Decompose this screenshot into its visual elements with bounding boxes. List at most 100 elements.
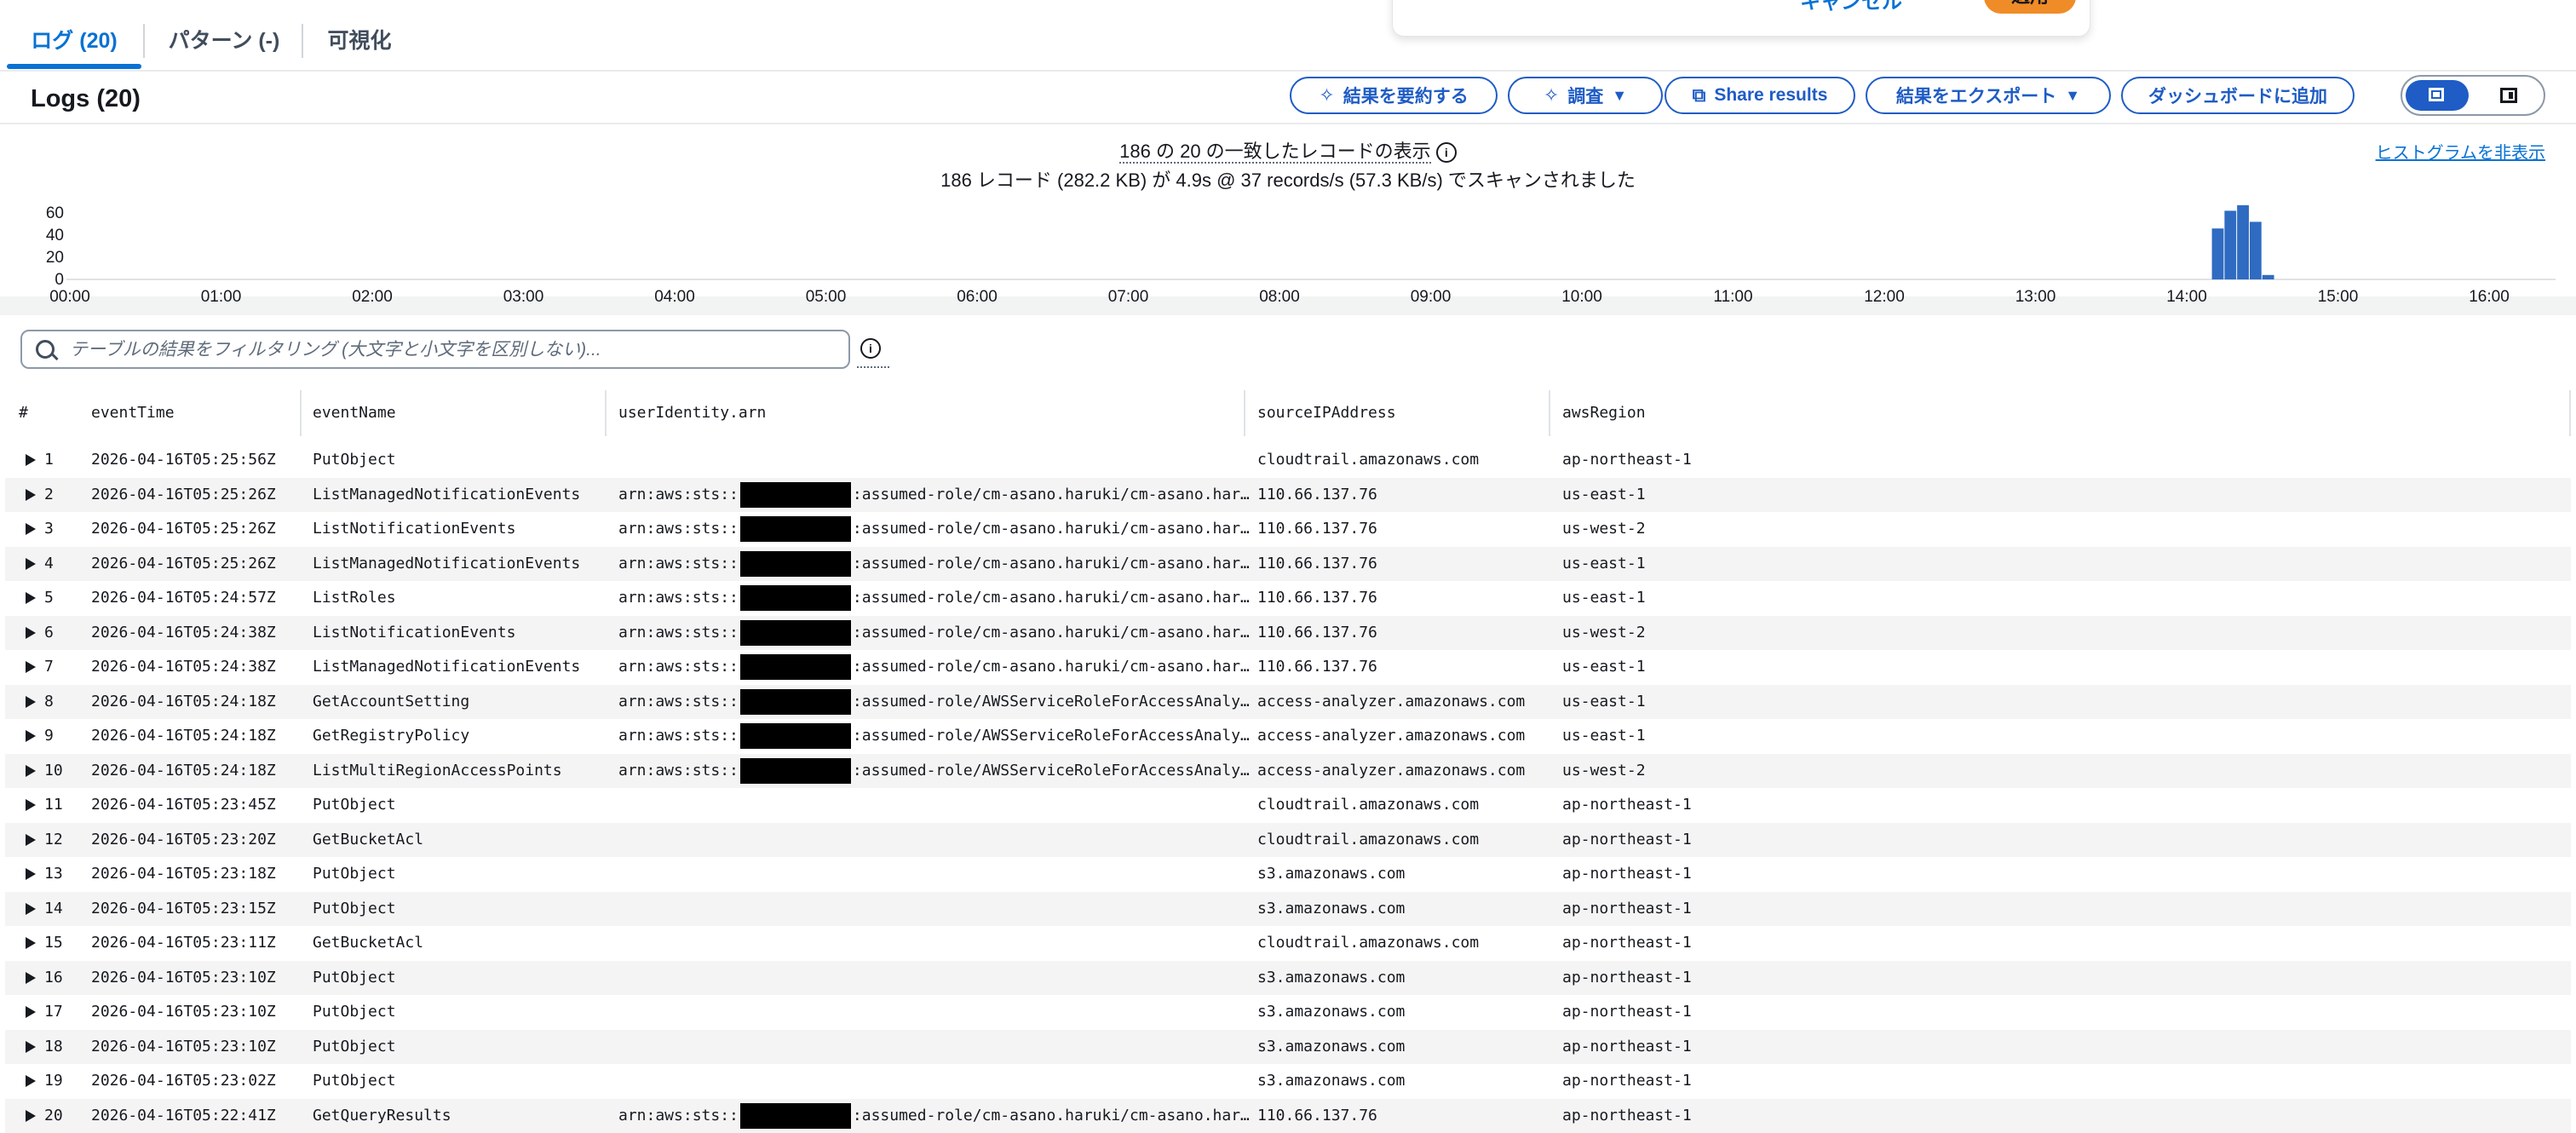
export-results-button[interactable]: 結果をエクスポート ▼ bbox=[1866, 77, 2111, 114]
expand-row-icon[interactable] bbox=[26, 592, 36, 604]
expand-row-icon[interactable] bbox=[26, 937, 36, 949]
column-header-eventtime[interactable]: eventTime bbox=[91, 390, 175, 436]
column-header-awsregion[interactable]: awsRegion bbox=[1562, 390, 1646, 436]
table-row[interactable]: 2 2026-04-16T05:25:26Z ListManagedNotifica… bbox=[5, 477, 2571, 512]
column-resizer[interactable] bbox=[300, 390, 302, 436]
expand-row-icon[interactable] bbox=[26, 868, 36, 880]
split-view-toggle[interactable] bbox=[2477, 80, 2540, 111]
column-resizer[interactable] bbox=[605, 390, 607, 436]
expand-row-icon[interactable] bbox=[26, 695, 36, 708]
summarize-results-button[interactable]: ✧ 結果を要約する bbox=[1290, 77, 1498, 114]
column-resizer[interactable] bbox=[1549, 390, 1550, 436]
x-tick-label: 01:00 bbox=[201, 288, 242, 306]
event-time-cell: 2026-04-16T05:23:10Z bbox=[91, 968, 276, 986]
table-row[interactable]: 20 2026-04-16T05:22:41Z GetQueryResults arn… bbox=[5, 1098, 2571, 1133]
histogram-bar[interactable] bbox=[2224, 210, 2237, 279]
table-row[interactable]: 14 2026-04-16T05:23:15Z PutObject s3.amazon… bbox=[5, 891, 2571, 926]
expand-row-icon[interactable] bbox=[26, 1006, 36, 1018]
column-header-sourceipaddress[interactable]: sourceIPAddress bbox=[1257, 390, 1396, 436]
table-row[interactable]: 11 2026-04-16T05:23:45Z PutObject cloudtrai… bbox=[5, 788, 2571, 823]
event-time-cell: 2026-04-16T05:24:38Z bbox=[91, 623, 276, 641]
expand-row-icon[interactable] bbox=[26, 488, 36, 501]
expand-row-icon[interactable] bbox=[26, 1109, 36, 1122]
arn-cell: arn:aws:sts:::assumed-role/cm-asano.haru… bbox=[618, 1099, 1249, 1133]
filter-input[interactable] bbox=[68, 336, 838, 364]
expand-row-icon[interactable] bbox=[26, 833, 36, 846]
arn-cell: arn:aws:sts:::assumed-role/cm-asano.haru… bbox=[618, 581, 1249, 616]
y-tick-label: 60 bbox=[46, 204, 64, 222]
tab-visualization[interactable]: 可視化 bbox=[310, 0, 409, 68]
table-row[interactable]: 17 2026-04-16T05:23:10Z PutObject s3.amazon… bbox=[5, 995, 2571, 1030]
table-row[interactable]: 7 2026-04-16T05:24:38Z ListManagedNotifica… bbox=[5, 650, 2571, 685]
source-ip-cell: s3.amazonaws.com bbox=[1257, 968, 1406, 986]
expand-row-icon[interactable] bbox=[26, 661, 36, 673]
arn-suffix: :assumed-role/cm-asano.haruki/cm-asano.h… bbox=[852, 485, 1249, 503]
table-row[interactable]: 3 2026-04-16T05:25:26Z ListNotificationEve… bbox=[5, 512, 2571, 547]
table-row[interactable]: 19 2026-04-16T05:23:02Z PutObject s3.amazon… bbox=[5, 1064, 2571, 1099]
table-row[interactable]: 16 2026-04-16T05:23:10Z PutObject s3.amazon… bbox=[5, 960, 2571, 995]
histogram-bar[interactable] bbox=[2262, 274, 2274, 279]
expand-row-icon[interactable] bbox=[26, 1040, 36, 1053]
column-header-useridentity-arn[interactable]: userIdentity.arn bbox=[618, 390, 766, 436]
expand-row-icon[interactable] bbox=[26, 454, 36, 466]
table-row[interactable]: 10 2026-04-16T05:24:18Z ListMultiRegionAcc… bbox=[5, 753, 2571, 788]
table-row[interactable]: 4 2026-04-16T05:25:26Z ListManagedNotifica… bbox=[5, 546, 2571, 581]
expand-row-icon[interactable] bbox=[26, 523, 36, 535]
expand-row-icon[interactable] bbox=[26, 557, 36, 570]
expand-row-icon[interactable] bbox=[26, 971, 36, 984]
column-resizer[interactable] bbox=[1244, 390, 1245, 436]
arn-prefix: arn:aws:sts:: bbox=[618, 1106, 739, 1124]
share-results-button[interactable]: ⧉ Share results bbox=[1665, 77, 1855, 114]
column-header-index: # bbox=[19, 404, 28, 422]
source-ip-cell: 110.66.137.76 bbox=[1257, 1106, 1377, 1124]
column-header-eventname[interactable]: eventName bbox=[313, 390, 396, 436]
source-ip-cell: s3.amazonaws.com bbox=[1257, 1072, 1406, 1090]
table-row[interactable]: 9 2026-04-16T05:24:18Z GetRegistryPolicy ar… bbox=[5, 719, 2571, 754]
expand-row-icon[interactable] bbox=[26, 730, 36, 742]
expand-row-icon[interactable] bbox=[26, 799, 36, 811]
arn-prefix: arn:aws:sts:: bbox=[618, 589, 739, 607]
histogram-bar[interactable] bbox=[2237, 204, 2249, 279]
redacted-account-id bbox=[739, 619, 851, 646]
expand-row-icon[interactable] bbox=[26, 1075, 36, 1087]
histogram-bar[interactable] bbox=[2249, 221, 2262, 279]
expand-row-icon[interactable] bbox=[26, 764, 36, 777]
event-time-cell: 2026-04-16T05:23:15Z bbox=[91, 899, 276, 917]
table-row[interactable]: 1 2026-04-16T05:25:56Z PutObject cloudtrail… bbox=[5, 443, 2571, 478]
expand-row-icon[interactable] bbox=[26, 902, 36, 915]
expand-row-icon[interactable] bbox=[26, 626, 36, 639]
tab-logs[interactable]: ログ (20) bbox=[7, 0, 141, 68]
apply-button[interactable]: 適用 bbox=[1984, 0, 2076, 14]
event-time-cell: 2026-04-16T05:23:02Z bbox=[91, 1072, 276, 1090]
add-to-dashboard-button[interactable]: ダッシュボードに追加 bbox=[2121, 77, 2355, 114]
x-tick-label: 02:00 bbox=[352, 288, 393, 306]
table-row[interactable]: 8 2026-04-16T05:24:18Z GetAccountSetting ar… bbox=[5, 684, 2571, 719]
table-row[interactable]: 18 2026-04-16T05:23:10Z PutObject s3.amazon… bbox=[5, 1029, 2571, 1064]
full-view-toggle[interactable] bbox=[2406, 80, 2469, 111]
investigate-button[interactable]: ✧ 調査 ▼ bbox=[1508, 77, 1663, 114]
source-ip-cell: cloudtrail.amazonaws.com bbox=[1257, 830, 1480, 848]
x-tick-label: 14:00 bbox=[2166, 288, 2207, 306]
table-row[interactable]: 12 2026-04-16T05:23:20Z GetBucketAcl cloudt… bbox=[5, 822, 2571, 857]
aws-region-cell: us-east-1 bbox=[1562, 692, 1646, 710]
column-resizer[interactable] bbox=[2569, 390, 2571, 436]
tab-patterns[interactable]: パターン (-) bbox=[152, 0, 296, 68]
hide-histogram-link[interactable]: ヒストグラムを非表示 bbox=[2376, 139, 2545, 164]
histogram-bar[interactable] bbox=[2211, 228, 2224, 279]
event-name-cell: ListManagedNotificationEvents bbox=[313, 658, 581, 676]
table-row[interactable]: 15 2026-04-16T05:23:11Z GetBucketAcl cloudt… bbox=[5, 926, 2571, 961]
info-icon[interactable]: i bbox=[860, 338, 881, 359]
arn-prefix: arn:aws:sts:: bbox=[618, 485, 739, 503]
arn-suffix: :assumed-role/cm-asano.haruki/cm-asano.h… bbox=[852, 1106, 1249, 1124]
arn-cell: arn:aws:sts:::assumed-role/AWSServiceRol… bbox=[618, 719, 1249, 754]
active-tab-indicator bbox=[7, 64, 141, 69]
table-row[interactable]: 13 2026-04-16T05:23:18Z PutObject s3.amazon… bbox=[5, 857, 2571, 892]
table-row[interactable]: 6 2026-04-16T05:24:38Z ListNotificationEve… bbox=[5, 615, 2571, 650]
info-icon[interactable]: i bbox=[1435, 142, 1457, 164]
x-tick-label: 06:00 bbox=[957, 288, 998, 306]
x-tick-label: 16:00 bbox=[2469, 288, 2510, 306]
aws-region-cell: ap-northeast-1 bbox=[1562, 451, 1692, 469]
table-row[interactable]: 5 2026-04-16T05:24:57Z ListRoles arn:aws:st… bbox=[5, 581, 2571, 616]
aws-region-cell: ap-northeast-1 bbox=[1562, 1037, 1692, 1055]
cancel-button[interactable]: キャンセル bbox=[1800, 0, 1902, 14]
